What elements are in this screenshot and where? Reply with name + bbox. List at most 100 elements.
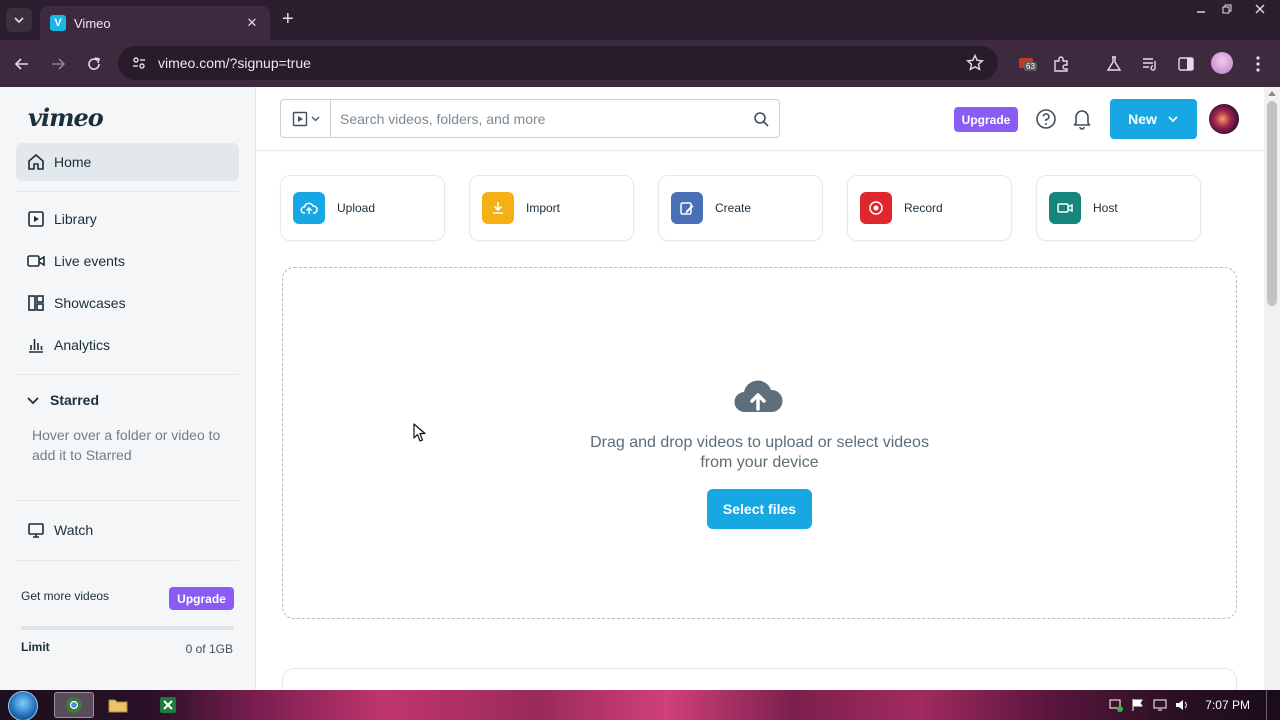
record-card[interactable]: Record — [847, 175, 1012, 241]
library-icon — [26, 209, 46, 229]
forward-button[interactable] — [46, 52, 70, 76]
minimize-icon — [1197, 11, 1205, 13]
create-icon — [671, 192, 703, 224]
upload-cloud-icon — [293, 192, 325, 224]
system-tray: 7:07 PM — [1105, 690, 1280, 720]
sidebar-item-label: Showcases — [54, 295, 126, 311]
sidebar-item-home[interactable]: Home — [16, 143, 239, 181]
import-card[interactable]: Import — [469, 175, 634, 241]
chrome-icon — [66, 697, 82, 713]
select-files-button[interactable]: Select files — [707, 489, 812, 529]
starred-title: Starred — [50, 392, 100, 408]
starred-hint: Hover over a folder or video to add it t… — [32, 427, 221, 463]
sidebar-item-live-events[interactable]: Live events — [16, 242, 239, 280]
get-more-videos-text: Get more videos — [21, 589, 110, 603]
tab-close-icon[interactable]: ✕ — [244, 15, 260, 31]
show-desktop-button[interactable] — [1266, 690, 1274, 720]
limit-value: 0 of 1GB — [185, 642, 233, 656]
header-upgrade-button[interactable]: Upgrade — [954, 107, 1018, 132]
action-label: Upload — [337, 201, 376, 215]
site-info-icon[interactable] — [124, 55, 154, 71]
spreadsheet-icon — [160, 697, 176, 713]
restore-button[interactable] — [1214, 0, 1240, 18]
volume-icon[interactable] — [1171, 698, 1193, 712]
scroll-thumb[interactable] — [1267, 101, 1277, 306]
user-avatar[interactable] — [1209, 104, 1239, 134]
sidebar: vimeo Home Library Live events Showcases… — [0, 87, 256, 690]
tab-search-button[interactable] — [6, 8, 32, 32]
upload-card[interactable]: Upload — [280, 175, 445, 241]
host-icon — [1049, 192, 1081, 224]
sidebar-item-analytics[interactable]: Analytics — [16, 326, 239, 364]
upload-dropzone[interactable]: Drag and drop videos to upload or select… — [282, 267, 1237, 619]
sidebar-divider — [16, 500, 239, 501]
search-input[interactable] — [331, 110, 743, 127]
action-center-flag-icon[interactable] — [1127, 698, 1149, 712]
notifications-bell-icon[interactable] — [1070, 107, 1094, 131]
chevron-down-icon — [14, 17, 24, 24]
address-bar[interactable]: vimeo.com/?signup=true — [118, 46, 998, 80]
help-icon[interactable] — [1034, 107, 1058, 131]
minimize-button[interactable] — [1188, 0, 1214, 18]
cloud-upload-icon — [733, 378, 783, 416]
forward-arrow-icon — [52, 58, 66, 70]
starred-section-toggle[interactable]: Starred — [26, 392, 99, 408]
window-controls — [1188, 0, 1280, 20]
side-panel-icon[interactable] — [1174, 52, 1198, 76]
url-text: vimeo.com/?signup=true — [158, 55, 311, 71]
create-card[interactable]: Create — [658, 175, 823, 241]
sidebar-divider — [16, 560, 239, 561]
taskbar-clock[interactable]: 7:07 PM — [1205, 698, 1250, 712]
chevron-down-icon — [1168, 116, 1178, 123]
main-header: Upgrade New — [256, 87, 1264, 151]
display-icon[interactable] — [1149, 698, 1171, 712]
browser-profile-avatar[interactable] — [1211, 52, 1233, 74]
taskbar-chrome-app[interactable] — [54, 692, 94, 718]
action-label: Host — [1093, 201, 1118, 215]
host-card[interactable]: Host — [1036, 175, 1201, 241]
browser-tab-vimeo[interactable]: V Vimeo ✕ — [40, 6, 270, 40]
showcases-icon — [26, 293, 46, 313]
back-arrow-icon — [14, 58, 28, 70]
new-tab-button[interactable]: + — [282, 9, 294, 29]
record-icon — [860, 192, 892, 224]
action-label: Create — [715, 201, 752, 215]
scroll-up-arrow-icon[interactable] — [1268, 91, 1276, 96]
sidebar-item-library[interactable]: Library — [16, 200, 239, 238]
windows-taskbar: 7:07 PM — [0, 690, 1280, 720]
vimeo-logo[interactable]: vimeo — [28, 103, 104, 132]
reload-button[interactable] — [82, 52, 106, 76]
extensions-puzzle-icon[interactable] — [1049, 52, 1073, 76]
browser-menu-icon[interactable] — [1248, 52, 1268, 76]
extension-adblock-icon[interactable]: 63 — [1014, 52, 1038, 76]
search-filter-dropdown[interactable] — [281, 100, 331, 137]
taskbar-explorer-app[interactable] — [98, 692, 138, 718]
monitor-icon — [26, 520, 46, 540]
folder-icon — [108, 699, 128, 713]
sidebar-upgrade-button[interactable]: Upgrade — [169, 587, 234, 610]
dropzone-text-line2: from your device — [700, 454, 819, 471]
page-scrollbar[interactable] — [1264, 87, 1280, 690]
network-status-icon[interactable] — [1105, 698, 1127, 712]
restore-icon — [1222, 4, 1232, 14]
media-queue-icon[interactable] — [1138, 52, 1162, 76]
new-button[interactable]: New — [1110, 99, 1197, 139]
bookmark-star-icon[interactable] — [960, 54, 990, 72]
sidebar-item-watch[interactable]: Watch — [16, 511, 239, 549]
search-icon[interactable] — [743, 111, 779, 127]
sidebar-divider — [16, 374, 239, 375]
back-button[interactable] — [10, 52, 34, 76]
labs-flask-icon[interactable] — [1102, 52, 1126, 76]
chevron-down-icon — [311, 116, 319, 122]
sidebar-item-label: Watch — [54, 522, 94, 538]
search-box — [280, 99, 780, 138]
browser-toolbar: vimeo.com/?signup=true 63 — [0, 40, 1280, 87]
sidebar-item-showcases[interactable]: Showcases — [16, 284, 239, 322]
chevron-down-icon — [26, 393, 40, 407]
extension-badge: 63 — [1024, 62, 1037, 71]
import-icon — [482, 192, 514, 224]
sidebar-item-label: Home — [54, 154, 92, 170]
close-window-button[interactable] — [1240, 0, 1280, 18]
start-button[interactable] — [8, 691, 38, 720]
taskbar-excel-app[interactable] — [148, 692, 188, 718]
